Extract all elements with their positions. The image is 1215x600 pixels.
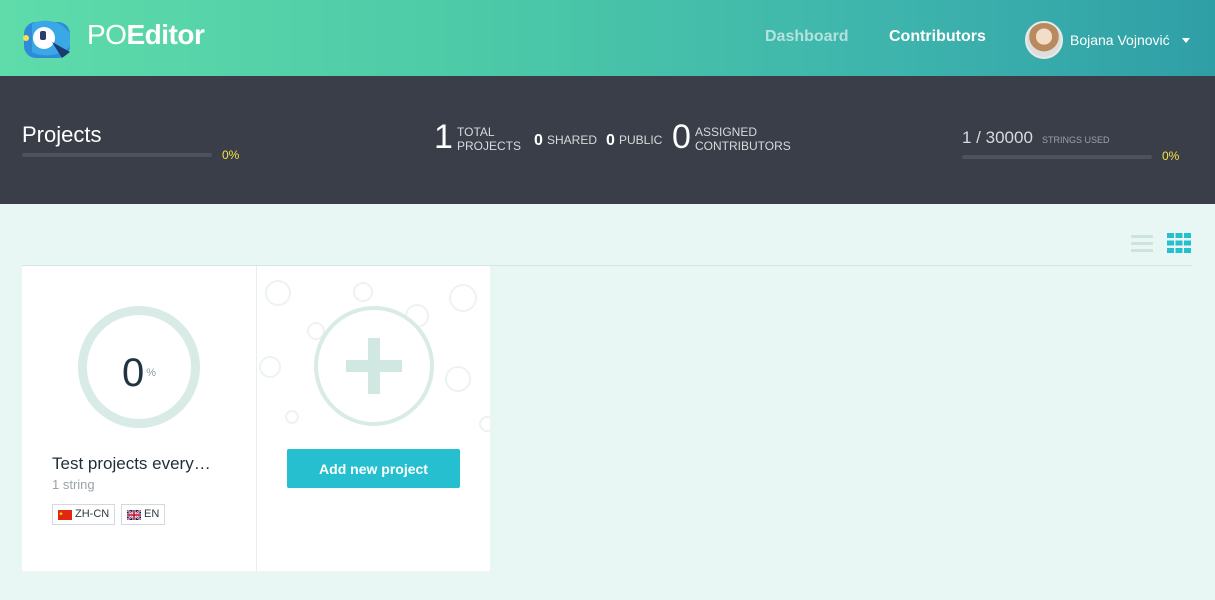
strings-used-label: STRINGS USED (1042, 135, 1110, 145)
language-tag-zh-cn[interactable]: ZH-CN (52, 504, 116, 525)
list-view-icon[interactable] (1131, 234, 1153, 252)
decorative-circle (445, 366, 471, 392)
decorative-circle (353, 282, 373, 302)
project-strings-count: 1 string (52, 477, 95, 492)
total-projects-count: 1 (434, 118, 453, 156)
project-progress-ring: 0% (78, 306, 200, 428)
add-project-ring[interactable] (314, 306, 434, 426)
decorative-circle (449, 284, 477, 312)
avatar[interactable] (1025, 21, 1063, 59)
add-project-card[interactable]: Add new project (256, 266, 490, 571)
strings-used-count: 1 / 30000 (962, 128, 1033, 147)
language-code: EN (144, 508, 160, 520)
grid-view-icon[interactable] (1167, 233, 1191, 253)
china-flag-icon (58, 509, 72, 520)
decorative-circle (479, 416, 490, 432)
stats-bar: Projects 0% 1 TOTAL PROJECTS 0 SHARED 0 P… (0, 76, 1215, 204)
nav-contributors[interactable]: Contributors (889, 28, 986, 46)
decorative-circle (265, 280, 291, 306)
shared-count: 0 (534, 132, 543, 149)
chevron-down-icon[interactable] (1182, 38, 1190, 43)
page-title: Projects (22, 122, 102, 147)
projects-progress-bar (22, 153, 212, 157)
decorative-circle (285, 410, 299, 424)
parrot-logo-icon[interactable] (22, 18, 74, 60)
public-count: 0 (606, 132, 615, 149)
strings-progress-value: 0% (1162, 149, 1180, 163)
assigned-contributors-label: ASSIGNED CONTRIBUTORS (695, 125, 791, 153)
brand-editor: Editor (126, 19, 205, 50)
top-header: POEditor Dashboard Contributors Bojana V… (0, 0, 1215, 76)
project-card[interactable]: 0% Test projects every… 1 string ZH-CN E… (22, 266, 256, 571)
plus-icon (346, 360, 402, 372)
project-progress-value: 0% (121, 351, 157, 395)
shared-label: SHARED (547, 133, 598, 147)
strings-progress-bar (962, 155, 1152, 159)
language-tag-en[interactable]: EN (121, 504, 166, 525)
total-projects-label: TOTAL PROJECTS (457, 125, 522, 153)
user-name[interactable]: Bojana Vojnović (1070, 32, 1170, 48)
add-new-project-button[interactable]: Add new project (287, 449, 460, 488)
brand-name[interactable]: POEditor (87, 19, 205, 51)
assigned-count: 0 (672, 118, 691, 156)
brand-po: PO (87, 19, 127, 50)
uk-flag-icon (127, 509, 141, 520)
projects-progress-value: 0% (222, 148, 240, 162)
project-name[interactable]: Test projects every… (52, 454, 211, 474)
language-code: ZH-CN (75, 508, 110, 520)
decorative-circle (259, 356, 281, 378)
public-label: PUBLIC (619, 133, 663, 147)
nav-dashboard[interactable]: Dashboard (765, 28, 849, 46)
